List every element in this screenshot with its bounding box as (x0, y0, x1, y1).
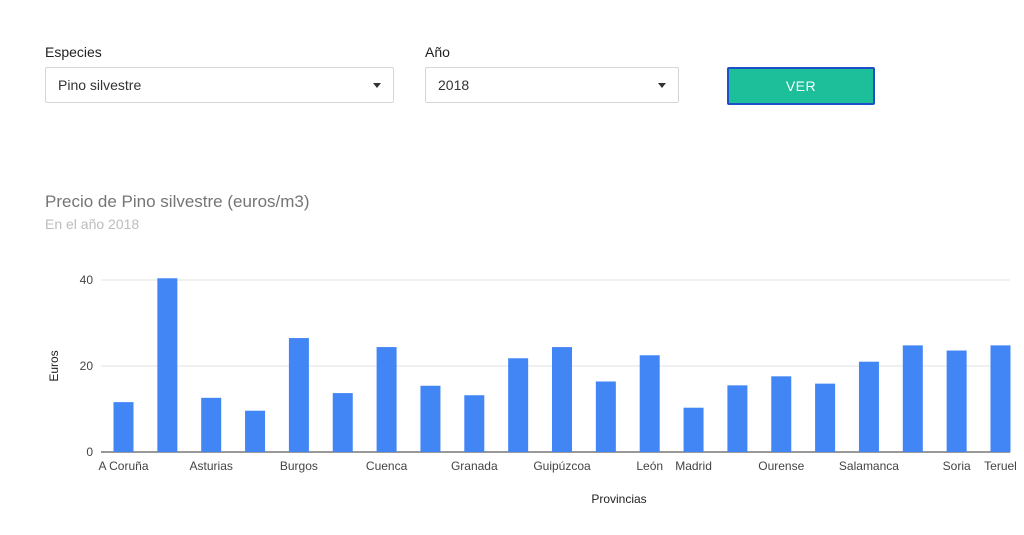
bar[interactable] (157, 278, 178, 452)
y-axis-title: Euros (47, 350, 61, 381)
bar[interactable] (508, 358, 529, 452)
x-tick-label: Teruel (984, 459, 1017, 473)
bar[interactable] (946, 350, 967, 452)
bar[interactable] (858, 361, 879, 452)
bar-chart: 0 20 40 A Coruña Asturias Burgos Cuenca Granada… (47, 273, 1017, 506)
y-tick-label: 40 (80, 273, 94, 287)
y-tick-label: 20 (80, 359, 94, 373)
x-tick-label: Ourense (758, 459, 804, 473)
bar[interactable] (420, 385, 441, 452)
bar[interactable] (771, 376, 792, 452)
bar[interactable] (464, 395, 485, 452)
x-tick-label: Granada (451, 459, 498, 473)
x-tick-label: Guipúzcoa (533, 459, 591, 473)
bar[interactable] (201, 397, 222, 452)
bar[interactable] (113, 402, 134, 452)
x-tick-label: León (636, 459, 663, 473)
y-tick-label: 0 (86, 445, 93, 459)
x-axis-title: Provincias (591, 492, 646, 506)
bar[interactable] (332, 393, 353, 452)
bar[interactable] (815, 383, 836, 452)
x-tick-label: Soria (943, 459, 971, 473)
bar[interactable] (683, 407, 704, 452)
bar[interactable] (245, 410, 266, 452)
bar[interactable] (990, 345, 1011, 452)
bar[interactable] (727, 385, 748, 452)
x-tick-label: Cuenca (366, 459, 408, 473)
bar[interactable] (902, 345, 923, 452)
x-tick-label: Asturias (190, 459, 233, 473)
bar[interactable] (288, 338, 309, 452)
bar[interactable] (639, 355, 660, 452)
x-tick-label: Burgos (280, 459, 318, 473)
bar[interactable] (552, 347, 572, 452)
bar[interactable] (376, 347, 397, 452)
bars (113, 278, 1011, 452)
bar[interactable] (595, 381, 616, 452)
x-tick-label: Madrid (675, 459, 712, 473)
x-tick-label: Salamanca (839, 459, 899, 473)
x-tick-label: A Coruña (98, 459, 148, 473)
